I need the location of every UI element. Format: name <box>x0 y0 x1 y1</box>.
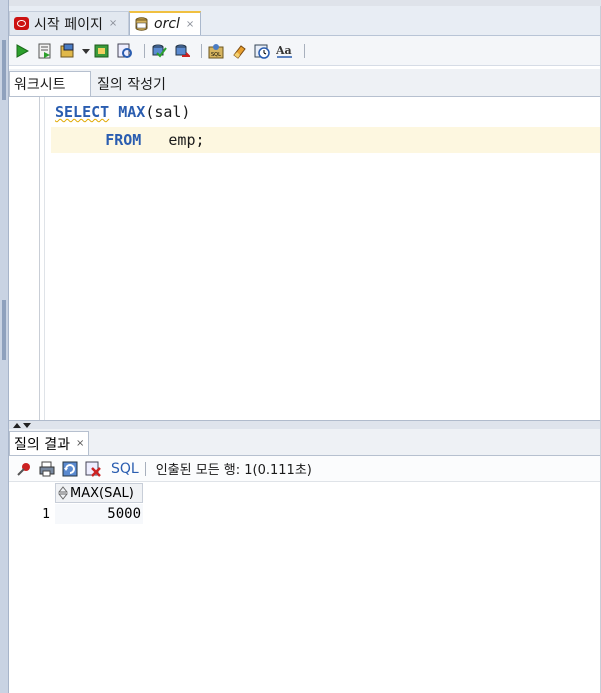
select-argument: (sal) <box>145 103 191 121</box>
toolbar-separator <box>304 43 305 58</box>
dropdown-arrow-icon[interactable] <box>82 42 90 60</box>
fold-margin <box>44 97 45 420</box>
keyword-select: SELECT <box>55 103 110 121</box>
tab-start-page[interactable]: 시작 페이지 × <box>9 11 129 35</box>
column-header-label: MAX(SAL) <box>70 485 134 501</box>
sort-arrows-icon[interactable] <box>58 486 68 500</box>
worksheet-subtab-bar: 워크시트 질의 작성기 <box>9 69 601 97</box>
results-toolbar: SQL 인출된 모든 행: 1(0.111초) <box>9 456 601 482</box>
editor-line-1: SELECT MAX (sal) <box>55 99 190 125</box>
left-strip-marker <box>2 40 6 100</box>
autotrace-icon[interactable] <box>116 42 134 60</box>
keyword-max: MAX <box>118 103 146 121</box>
table-name: emp; <box>141 131 205 149</box>
splitter-arrows-icon[interactable] <box>11 421 35 429</box>
toolbar-separator <box>201 43 202 58</box>
tab-orcl[interactable]: orcl × <box>129 11 201 35</box>
commit-icon[interactable] <box>59 42 77 60</box>
svg-text:Aa: Aa <box>276 44 292 57</box>
left-panel-strip <box>0 0 9 693</box>
tab-query-result-label: 질의 결과 <box>14 436 70 453</box>
column-header-max-sal[interactable]: MAX(SAL) <box>55 483 143 503</box>
tab-start-page-label: 시작 페이지 <box>34 16 103 33</box>
tab-orcl-label: orcl <box>154 16 180 32</box>
sql-tuning-icon[interactable]: SQL <box>207 42 225 60</box>
run-script-icon[interactable] <box>36 42 54 60</box>
cancel-query-icon[interactable] <box>84 460 102 478</box>
worksheet-toolbar: SQL Aa <box>9 36 601 66</box>
results-tab-bar: 질의 결과 × <box>9 429 601 456</box>
worksheet-window: 시작 페이지 × orcl × SQL Aa 워크시트 질의 작성기 SELEC… <box>9 6 601 693</box>
refresh-icon[interactable] <box>61 460 79 478</box>
explain-plan-icon[interactable] <box>93 42 111 60</box>
print-icon[interactable] <box>38 460 56 478</box>
tab-worksheet[interactable]: 워크시트 <box>9 71 91 96</box>
clear-eraser-icon[interactable] <box>230 42 248 60</box>
sql-link[interactable]: SQL <box>111 461 139 477</box>
editor-line-2: FROM emp; <box>51 127 601 153</box>
result-cell[interactable]: 5000 <box>55 504 143 524</box>
close-icon[interactable]: × <box>109 18 117 29</box>
result-grid[interactable]: MAX(SAL) 1 5000 <box>9 483 601 693</box>
keyword-from: FROM <box>105 131 142 149</box>
svg-text:SQL: SQL <box>211 52 221 58</box>
tab-query-builder[interactable]: 질의 작성기 <box>93 71 193 96</box>
run-statement-icon[interactable] <box>13 42 31 60</box>
history-clock-icon[interactable] <box>253 42 271 60</box>
start-page-icon <box>14 17 29 30</box>
sql-worksheet-icon <box>134 16 149 32</box>
rollback-db-icon[interactable] <box>173 42 191 60</box>
left-strip-marker <box>2 300 6 360</box>
toolbar-separator <box>144 43 145 58</box>
change-case-icon[interactable]: Aa <box>276 42 294 60</box>
line-number-gutter <box>9 97 40 420</box>
close-icon[interactable]: × <box>76 438 84 449</box>
row-number: 1 <box>42 506 50 522</box>
commit-db-icon[interactable] <box>150 42 168 60</box>
sql-editor[interactable]: SELECT MAX (sal) FROM emp; <box>9 97 601 420</box>
tab-query-result[interactable]: 질의 결과 × <box>9 431 90 455</box>
close-icon[interactable]: × <box>186 19 194 30</box>
pin-icon[interactable] <box>15 460 33 478</box>
document-tab-bar: 시작 페이지 × orcl × <box>9 6 601 36</box>
toolbar-separator <box>144 461 146 476</box>
fetch-status-text: 인출된 모든 행: 1(0.111초) <box>155 463 312 478</box>
